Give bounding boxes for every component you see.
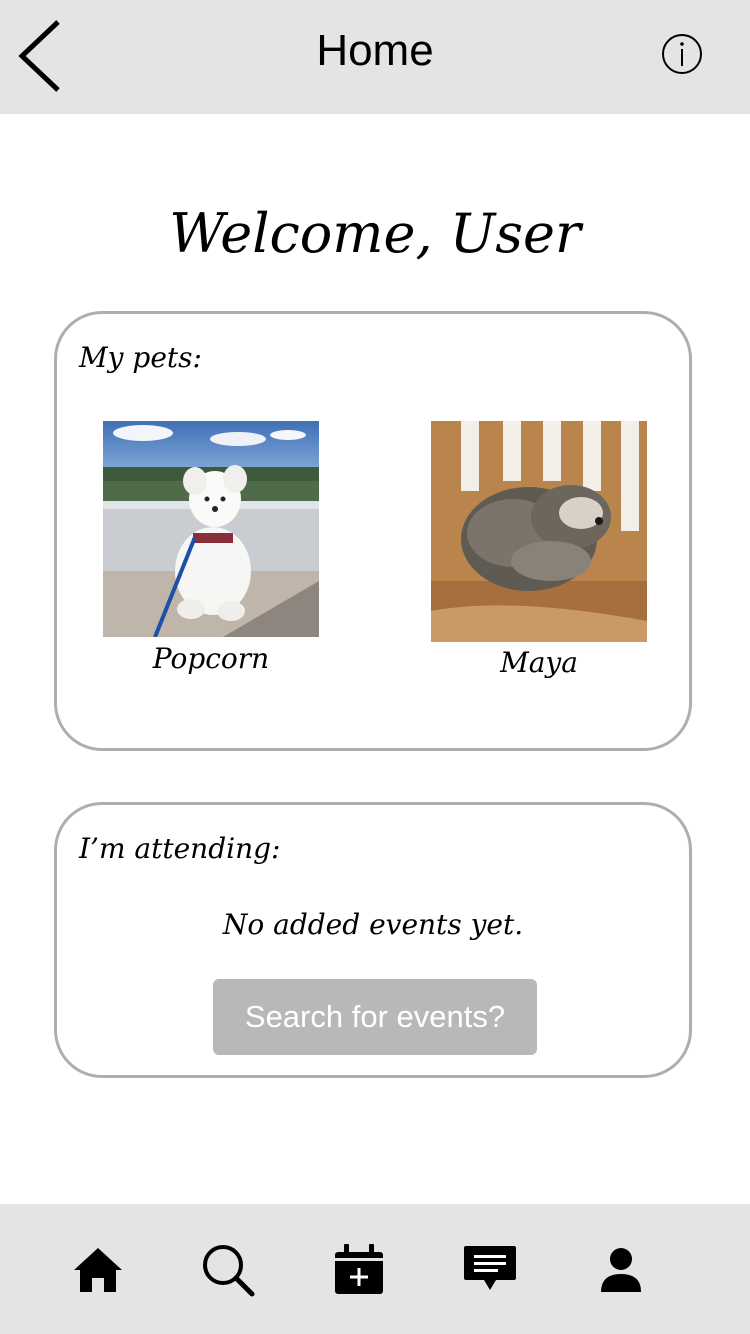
tab-search[interactable] bbox=[200, 1242, 256, 1298]
search-events-button[interactable]: Search for events? bbox=[213, 979, 537, 1055]
attending-card: I’m attending: No added events yet. Sear… bbox=[54, 802, 692, 1078]
home-screen: Home Welcome, User My pets: Popcorn Maya… bbox=[0, 0, 750, 1334]
profile-icon bbox=[601, 1248, 641, 1292]
search-icon bbox=[203, 1245, 255, 1297]
message-icon bbox=[464, 1246, 516, 1290]
pet-photo-popcorn bbox=[103, 421, 319, 637]
pet-maya[interactable]: Maya bbox=[431, 421, 647, 691]
tab-messages[interactable] bbox=[462, 1242, 518, 1298]
my-pets-heading: My pets: bbox=[79, 341, 202, 374]
top-nav-bar: Home bbox=[0, 0, 750, 114]
calendar-add-icon bbox=[335, 1244, 383, 1294]
welcome-heading: Welcome, User bbox=[169, 202, 581, 265]
tab-home[interactable] bbox=[70, 1242, 126, 1298]
bottom-tab-bar bbox=[0, 1204, 750, 1334]
info-button[interactable] bbox=[660, 32, 704, 76]
my-pets-card: My pets: Popcorn Maya bbox=[54, 311, 692, 751]
pet-name-popcorn: Popcorn bbox=[152, 642, 270, 675]
pet-photo-maya bbox=[431, 421, 647, 642]
home-icon bbox=[74, 1248, 122, 1292]
pet-name-maya: Maya bbox=[500, 646, 578, 679]
attending-heading: I’m attending: bbox=[79, 832, 281, 865]
tab-add-event[interactable] bbox=[331, 1242, 387, 1298]
tab-profile[interactable] bbox=[593, 1242, 649, 1298]
info-circle-icon bbox=[662, 34, 702, 74]
no-events-message: No added events yet. bbox=[222, 908, 524, 941]
page-title: Home bbox=[316, 26, 434, 75]
pet-popcorn[interactable]: Popcorn bbox=[103, 421, 319, 691]
